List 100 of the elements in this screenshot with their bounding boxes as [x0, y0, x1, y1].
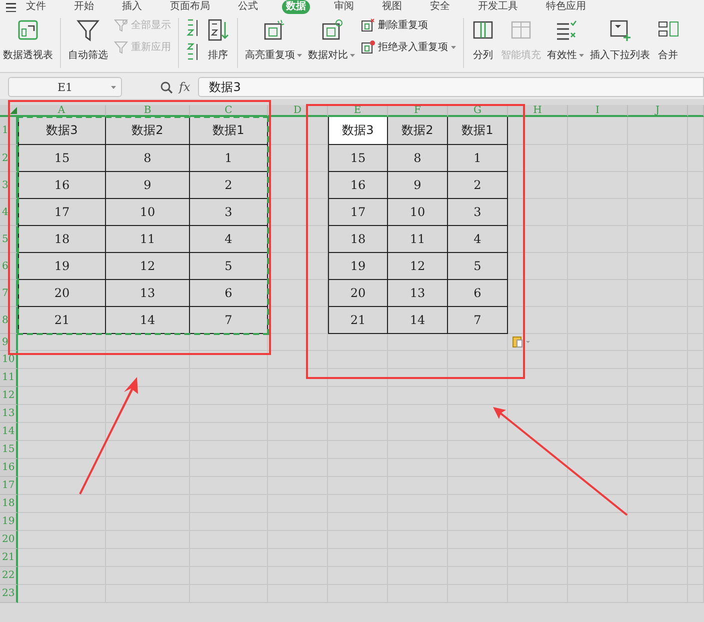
ribbon-button[interactable]: 高亮重复项 — [242, 18, 305, 62]
table-cell[interactable]: 21 — [328, 307, 388, 334]
name-box[interactable]: E1 — [8, 77, 122, 97]
grid-cell[interactable] — [508, 351, 568, 369]
grid-cell[interactable] — [18, 387, 106, 405]
grid-cell[interactable] — [268, 369, 328, 387]
table-cell[interactable]: 5 — [448, 253, 508, 280]
formula-input[interactable]: 数据3 — [198, 77, 704, 97]
menu-icon[interactable] — [6, 2, 16, 12]
ribbon-button[interactable]: 排序 — [203, 18, 233, 62]
table-cell[interactable]: 6 — [448, 280, 508, 307]
grid-cell[interactable] — [688, 117, 704, 145]
menu-tab[interactable]: 页面布局 — [166, 0, 214, 14]
ribbon-button[interactable]: 自动筛选 — [65, 18, 111, 62]
table-cell[interactable]: 5 — [190, 253, 268, 280]
menu-tab[interactable]: 开始 — [70, 0, 98, 14]
menu-tab[interactable]: 文件 — [22, 0, 50, 14]
ribbon-button[interactable]: 分列 — [468, 18, 498, 62]
grid-cell[interactable] — [568, 477, 628, 495]
table-cell[interactable]: 18 — [18, 226, 106, 253]
table-cell[interactable]: 7 — [190, 307, 268, 334]
grid-cell[interactable] — [508, 459, 568, 477]
grid-cell[interactable] — [628, 117, 688, 145]
table-cell[interactable]: 15 — [328, 145, 388, 172]
table-cell[interactable]: 1 — [190, 145, 268, 172]
table-cell[interactable]: 11 — [388, 226, 448, 253]
grid-cell[interactable] — [628, 495, 688, 513]
grid-cell[interactable] — [18, 477, 106, 495]
grid-cell[interactable] — [328, 369, 388, 387]
grid-cell[interactable] — [448, 369, 508, 387]
table-cell[interactable]: 1 — [448, 145, 508, 172]
sort-ascending-icon[interactable] — [186, 18, 200, 38]
table-cell[interactable]: 17 — [328, 199, 388, 226]
grid-cell[interactable] — [18, 531, 106, 549]
ribbon-button[interactable]: 数据透视表 — [0, 18, 56, 62]
grid-cell[interactable] — [568, 513, 628, 531]
grid-cell[interactable] — [568, 495, 628, 513]
grid-cell[interactable] — [18, 459, 106, 477]
grid-cell[interactable] — [568, 459, 628, 477]
table-cell[interactable]: 数据3 — [328, 117, 388, 145]
table-cell[interactable]: 数据1 — [448, 117, 508, 145]
table-cell[interactable]: 20 — [18, 280, 106, 307]
grid-cell[interactable] — [508, 405, 568, 423]
grid-cell[interactable] — [190, 351, 268, 369]
grid-cell[interactable] — [18, 423, 106, 441]
table-cell[interactable]: 3 — [448, 199, 508, 226]
table-cell[interactable]: 2 — [190, 172, 268, 199]
table-cell[interactable]: 11 — [106, 226, 190, 253]
table-cell[interactable]: 2 — [448, 172, 508, 199]
grid-cell[interactable] — [268, 334, 328, 351]
menu-tab[interactable]: 开发工具 — [474, 0, 522, 14]
ribbon-button[interactable]: 插入下拉列表 — [587, 18, 653, 62]
menu-tab[interactable]: 公式 — [234, 0, 262, 14]
grid-cell[interactable] — [106, 441, 190, 459]
grid-cell[interactable] — [106, 351, 190, 369]
menu-tab[interactable]: 插入 — [118, 0, 146, 14]
sort-descending-icon[interactable] — [186, 42, 200, 62]
table-cell[interactable]: 19 — [18, 253, 106, 280]
grid-cell[interactable] — [18, 549, 106, 567]
ribbon-button[interactable]: 有效性 — [544, 18, 587, 62]
table-cell[interactable]: 7 — [448, 307, 508, 334]
grid-cell[interactable] — [508, 369, 568, 387]
grid-cell[interactable] — [18, 369, 106, 387]
table-cell[interactable]: 数据3 — [18, 117, 106, 145]
grid-cell[interactable] — [268, 351, 328, 369]
table-cell[interactable]: 数据2 — [106, 117, 190, 145]
table-cell[interactable]: 17 — [18, 199, 106, 226]
grid-cell[interactable] — [508, 441, 568, 459]
table-cell[interactable]: 8 — [106, 145, 190, 172]
grid-cell[interactable] — [628, 513, 688, 531]
menu-tab[interactable]: 审阅 — [330, 0, 358, 14]
grid-cell[interactable] — [18, 405, 106, 423]
grid-cell[interactable] — [388, 369, 448, 387]
table-cell[interactable]: 12 — [388, 253, 448, 280]
table-cell[interactable]: 4 — [190, 226, 268, 253]
table-cell[interactable]: 13 — [388, 280, 448, 307]
grid-cell[interactable] — [508, 334, 568, 351]
table-cell[interactable]: 16 — [328, 172, 388, 199]
table-cell[interactable]: 18 — [328, 226, 388, 253]
grid-cell[interactable] — [568, 117, 628, 145]
table-cell[interactable]: 10 — [106, 199, 190, 226]
search-icon[interactable] — [160, 80, 173, 94]
table-cell[interactable]: 4 — [448, 226, 508, 253]
menu-tab[interactable]: 安全 — [426, 0, 454, 14]
function-label[interactable]: fx — [179, 80, 190, 94]
grid-cell[interactable] — [508, 423, 568, 441]
menu-tab[interactable]: 特色应用 — [542, 0, 590, 14]
table-cell[interactable]: 19 — [328, 253, 388, 280]
grid-cell[interactable] — [106, 405, 190, 423]
menu-tab[interactable]: 视图 — [378, 0, 406, 14]
paste-options-icon[interactable] — [512, 336, 532, 348]
table-cell[interactable]: 9 — [388, 172, 448, 199]
grid-cell[interactable] — [18, 567, 106, 585]
grid-cell[interactable] — [106, 423, 190, 441]
table-cell[interactable]: 20 — [328, 280, 388, 307]
ribbon-button[interactable]: 数据对比 — [305, 18, 358, 62]
ribbon-button[interactable]: 拒绝录入重复项 — [361, 40, 456, 54]
table-cell[interactable]: 10 — [388, 199, 448, 226]
table-cell[interactable]: 13 — [106, 280, 190, 307]
table-cell[interactable]: 12 — [106, 253, 190, 280]
